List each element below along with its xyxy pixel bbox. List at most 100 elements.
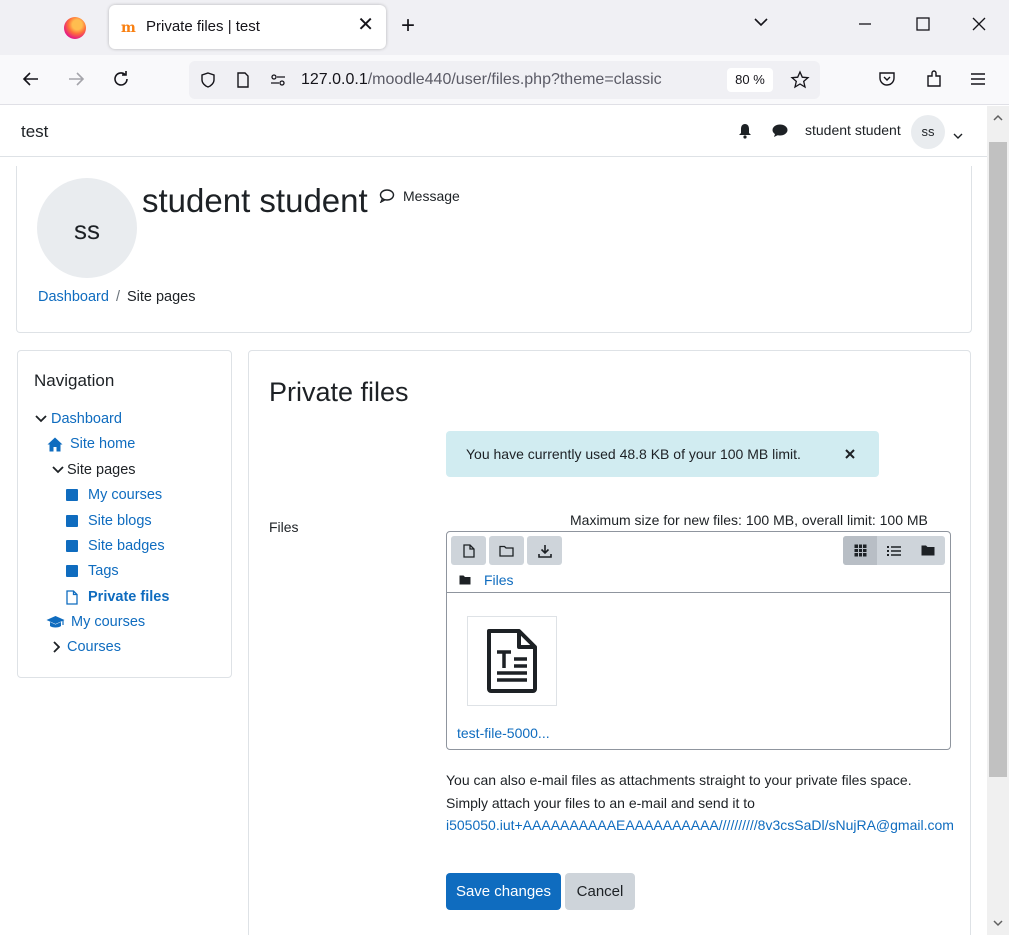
divider <box>447 592 950 593</box>
file-path: Files <box>459 572 514 588</box>
shield-icon[interactable] <box>194 66 222 94</box>
tab-list-chevron-icon[interactable] <box>752 12 770 38</box>
chevron-right-icon <box>53 641 60 653</box>
nav-item-my-courses-page[interactable]: My courses <box>66 487 162 503</box>
email-instructions-text: You can also e-mail files as attachments… <box>446 772 912 811</box>
bookmark-star-icon[interactable] <box>786 66 814 94</box>
nav-item-site-home[interactable]: Site home <box>47 436 135 452</box>
view-icons-button[interactable] <box>843 536 877 565</box>
navigation-block: Navigation Dashboard Site home Site page… <box>17 350 232 678</box>
nav-label-courses[interactable]: Courses <box>67 639 121 655</box>
browser-nav-bar: 127.0.0.1/moodle440/user/files.php?theme… <box>0 55 1009 105</box>
quota-alert: You have currently used 48.8 KB of your … <box>446 431 879 477</box>
message-label: Message <box>403 188 460 204</box>
close-window-icon[interactable] <box>970 14 988 40</box>
quota-alert-text: You have currently used 48.8 KB of your … <box>466 446 801 462</box>
page-square-icon <box>66 565 78 577</box>
nav-item-private-files[interactable]: Private files <box>66 589 169 605</box>
page-scrollbar[interactable] <box>987 106 1009 935</box>
site-navbar: test student student ss <box>0 106 987 157</box>
list-icon <box>887 545 901 556</box>
scrollbar-thumb[interactable] <box>989 142 1007 777</box>
message-button[interactable]: Message <box>379 188 460 204</box>
scroll-up-icon[interactable] <box>987 110 1009 124</box>
breadcrumb-dashboard[interactable]: Dashboard <box>38 289 109 305</box>
max-size-info: Maximum size for new files: 100 MB, over… <box>570 512 928 528</box>
back-arrow-icon[interactable] <box>17 65 45 93</box>
nav-label-dashboard[interactable]: Dashboard <box>51 411 122 427</box>
close-alert-icon[interactable] <box>844 443 856 465</box>
minimize-icon[interactable] <box>856 14 874 40</box>
page-viewport: test student student ss ss student stude… <box>0 106 987 935</box>
breadcrumb: Dashboard / Site pages <box>38 289 196 305</box>
email-address-link[interactable]: i505050.iut+AAAAAAAAAAEAAAAAAAAAA///////… <box>446 817 954 833</box>
reload-icon[interactable] <box>107 65 135 93</box>
nav-item-site-blogs[interactable]: Site blogs <box>66 513 152 529</box>
menu-icon[interactable] <box>964 65 992 93</box>
messages-chat-icon[interactable] <box>772 124 788 141</box>
chevron-down-icon <box>35 415 47 423</box>
maximize-icon[interactable] <box>914 14 932 40</box>
nav-label-my-courses-page[interactable]: My courses <box>88 487 162 503</box>
tab-title: Private files | test <box>146 18 260 35</box>
page-square-icon <box>66 489 78 501</box>
nav-label-site-home[interactable]: Site home <box>70 436 135 452</box>
url-text: 127.0.0.1/moodle440/user/files.php?theme… <box>301 71 662 88</box>
file-manager: Files test-file-5000... <box>446 531 951 750</box>
view-list-button[interactable] <box>877 536 911 565</box>
download-all-button[interactable] <box>527 536 562 565</box>
view-mode-toggle <box>843 536 945 565</box>
site-name[interactable]: test <box>21 122 48 142</box>
nav-label-my-courses[interactable]: My courses <box>71 614 145 630</box>
add-file-icon <box>462 543 475 558</box>
nav-label-tags[interactable]: Tags <box>88 563 119 579</box>
close-tab-icon[interactable]: ✕ <box>357 15 374 35</box>
add-file-button[interactable] <box>451 536 486 565</box>
address-bar[interactable]: 127.0.0.1/moodle440/user/files.php?theme… <box>189 61 820 99</box>
home-icon <box>47 437 63 451</box>
path-files-link[interactable]: Files <box>484 572 514 588</box>
user-menu-name[interactable]: student student <box>805 122 901 138</box>
moodle-favicon-icon: m <box>121 20 136 36</box>
save-changes-button[interactable]: Save changes <box>446 873 561 910</box>
permissions-icon[interactable] <box>264 66 292 94</box>
cancel-button[interactable]: Cancel <box>565 873 635 910</box>
email-instructions: You can also e-mail files as attachments… <box>446 769 956 837</box>
nav-item-site-pages[interactable]: Site pages <box>52 462 136 478</box>
nav-item-tags[interactable]: Tags <box>66 563 119 579</box>
browser-tab[interactable]: m Private files | test ✕ <box>109 5 386 49</box>
create-folder-button[interactable] <box>489 536 524 565</box>
folder-outline-icon <box>499 545 514 557</box>
extensions-icon[interactable] <box>920 65 948 93</box>
file-thumbnail[interactable] <box>467 616 557 706</box>
file-icon <box>66 589 78 605</box>
pocket-icon[interactable] <box>873 65 901 93</box>
new-tab-icon[interactable]: + <box>401 13 415 39</box>
user-menu-chevron-icon[interactable] <box>953 127 963 143</box>
nav-label-site-badges[interactable]: Site badges <box>88 538 165 554</box>
folder-icon <box>459 575 471 585</box>
message-bubble-icon <box>379 189 395 204</box>
breadcrumb-site-pages: Site pages <box>126 289 196 305</box>
nav-item-site-badges[interactable]: Site badges <box>66 538 165 554</box>
nav-item-dashboard[interactable]: Dashboard <box>35 411 122 427</box>
zoom-level[interactable]: 80 % <box>727 68 773 92</box>
notifications-bell-icon[interactable] <box>738 123 752 142</box>
user-avatar[interactable]: ss <box>911 115 945 149</box>
download-icon <box>537 544 552 558</box>
nav-item-my-courses[interactable]: My courses <box>46 614 145 630</box>
nav-label-private-files[interactable]: Private files <box>88 589 169 605</box>
page-square-icon <box>66 540 78 552</box>
nav-label-site-blogs[interactable]: Site blogs <box>88 513 152 529</box>
page-info-icon[interactable] <box>229 66 257 94</box>
file-name-link[interactable]: test-file-5000... <box>457 725 550 741</box>
view-tree-button[interactable] <box>911 536 945 565</box>
scroll-down-icon[interactable] <box>987 916 1009 930</box>
forward-arrow-icon[interactable] <box>62 65 90 93</box>
files-label: Files <box>269 519 299 535</box>
main-content: Private files You have currently used 48… <box>248 350 971 935</box>
profile-name: student student <box>142 182 368 219</box>
breadcrumb-separator: / <box>115 289 120 305</box>
profile-avatar: ss <box>37 178 137 278</box>
nav-item-courses[interactable]: Courses <box>52 639 121 655</box>
